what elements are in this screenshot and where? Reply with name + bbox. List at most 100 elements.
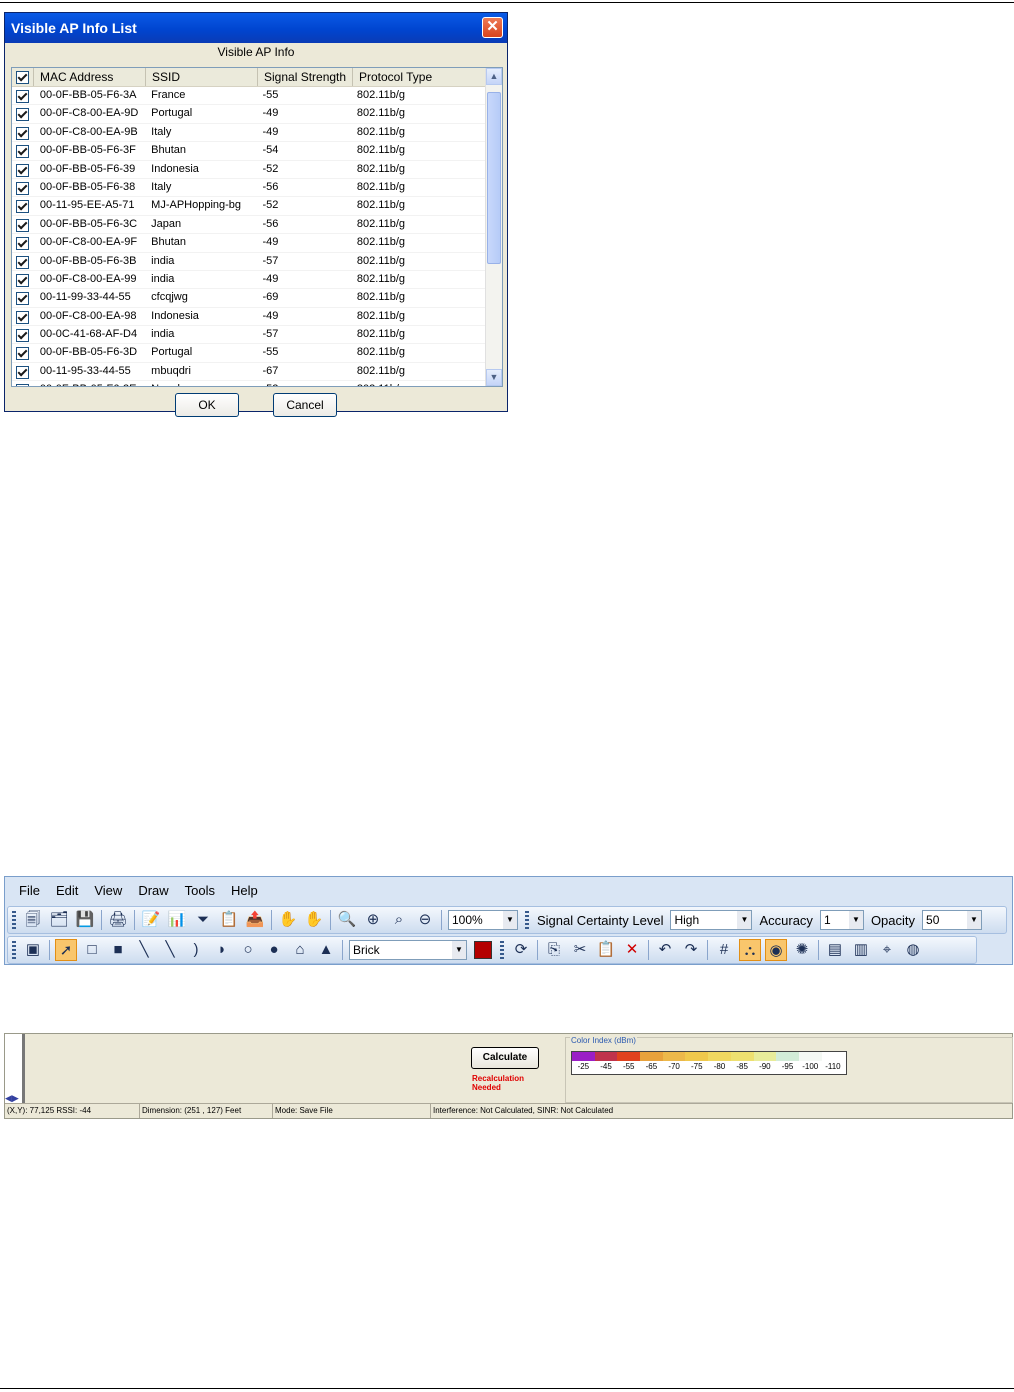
row-checkbox[interactable] <box>12 197 34 214</box>
row-checkbox[interactable] <box>12 105 34 122</box>
toolbar-grip[interactable] <box>12 911 16 929</box>
row-checkbox[interactable] <box>12 253 34 270</box>
select-arrow-icon[interactable]: ➚ <box>55 939 77 961</box>
opacity-select[interactable]: 50 ▼ <box>922 910 983 930</box>
toolbar-grip[interactable] <box>525 911 529 929</box>
heatmap-icon[interactable]: ◉ <box>765 939 787 961</box>
line-thin-icon[interactable]: ╲ <box>133 939 155 961</box>
device-icon[interactable]: 🖨 <box>107 909 129 931</box>
dialog-titlebar[interactable]: Visible AP Info List ✕ <box>5 13 507 43</box>
column-header-protocol[interactable]: Protocol Type <box>353 68 491 86</box>
chevron-down-icon[interactable]: ▼ <box>967 911 982 929</box>
scroll-down-icon[interactable]: ▼ <box>486 369 502 386</box>
table-row[interactable]: 00-0F-BB-05-F6-39 Indonesia -52 802.11b/g <box>12 161 488 179</box>
menu-view[interactable]: View <box>94 883 122 898</box>
table-row[interactable]: 00-0C-41-68-AF-D4 india -57 802.11b/g <box>12 326 488 345</box>
menu-file[interactable]: File <box>19 883 40 898</box>
row-checkbox[interactable] <box>12 344 34 361</box>
column-header-mac[interactable]: MAC Address <box>34 68 146 86</box>
calibrate-icon[interactable]: ▥ <box>850 939 872 961</box>
polygon-outline-icon[interactable]: ⌂ <box>289 939 311 961</box>
open-file-icon[interactable]: 🗐 <box>22 909 44 931</box>
ap-list-icon[interactable]: 📋 <box>218 909 240 931</box>
paste-icon[interactable]: 📋 <box>595 939 617 961</box>
circle-filled-icon[interactable]: ● <box>263 939 285 961</box>
rectangle-filled-icon[interactable]: ■ <box>107 939 129 961</box>
toolbar-grip[interactable] <box>12 941 16 959</box>
line-thick-icon[interactable]: ╲ <box>159 939 181 961</box>
signal-certainty-select[interactable]: High ▼ <box>670 910 753 930</box>
arc-outline-icon[interactable]: ) <box>185 939 207 961</box>
circle-outline-icon[interactable]: ○ <box>237 939 259 961</box>
redo-icon[interactable]: ↷ <box>680 939 702 961</box>
row-checkbox[interactable] <box>12 124 34 141</box>
properties-icon[interactable]: ▤ <box>824 939 846 961</box>
zoom-in-icon[interactable]: ⊕ <box>362 909 384 931</box>
material-color-swatch[interactable] <box>474 941 492 959</box>
vertical-scrollbar[interactable]: ▲ ▼ <box>485 68 502 386</box>
scroll-up-icon[interactable]: ▲ <box>486 68 502 85</box>
ok-button[interactable]: OK <box>175 393 239 417</box>
zoom-icon[interactable]: 🔍 <box>336 909 358 931</box>
table-row[interactable]: 00-0F-C8-00-EA-9F Bhutan -49 802.11b/g <box>12 234 488 253</box>
grid-icon[interactable]: # <box>713 939 735 961</box>
chevron-down-icon[interactable]: ▼ <box>848 911 863 929</box>
row-checkbox[interactable] <box>12 234 34 251</box>
cancel-button[interactable]: Cancel <box>273 393 337 417</box>
row-checkbox[interactable] <box>12 363 34 380</box>
arc-filled-icon[interactable]: ◗ <box>211 939 233 961</box>
table-row[interactable]: 00-0F-C8-00-EA-9B Italy -49 802.11b/g <box>12 124 488 143</box>
copy-icon[interactable]: ⎘ <box>543 939 565 961</box>
column-header-signal[interactable]: Signal Strength <box>258 68 353 86</box>
row-checkbox[interactable] <box>12 271 34 288</box>
bar-chart-icon[interactable]: 📊 <box>166 909 188 931</box>
report-icon[interactable]: 📝 <box>140 909 162 931</box>
select-all-checkbox[interactable] <box>12 68 34 86</box>
export-icon[interactable]: 📤 <box>244 909 266 931</box>
table-row[interactable]: 00-0F-BB-05-F6-3A France -55 802.11b/g <box>12 87 488 106</box>
scroll-thumb[interactable] <box>487 92 501 264</box>
table-row[interactable]: 00-0F-BB-05-F6-38 Italy -56 802.11b/g <box>12 179 488 198</box>
row-checkbox[interactable] <box>12 381 34 386</box>
save-icon[interactable]: 💾 <box>74 909 96 931</box>
cut-icon[interactable]: ✂ <box>569 939 591 961</box>
material-select[interactable]: Brick ▼ <box>349 940 467 960</box>
rectangle-outline-icon[interactable]: □ <box>81 939 103 961</box>
close-icon[interactable]: ✕ <box>482 17 503 38</box>
table-row[interactable]: 00-0F-C8-00-EA-99 india -49 802.11b/g <box>12 271 488 290</box>
polygon-filled-icon[interactable]: ▲ <box>315 939 337 961</box>
row-checkbox[interactable] <box>12 179 34 196</box>
filter-icon[interactable]: ⏷ <box>192 909 214 931</box>
calculate-button[interactable]: Calculate <box>471 1047 539 1069</box>
chevron-down-icon[interactable]: ▼ <box>737 911 752 929</box>
undo-icon[interactable]: ↶ <box>654 939 676 961</box>
table-row[interactable]: 00-11-95-33-44-55 mbuqdri -67 802.11b/g <box>12 363 488 382</box>
zoom-out-icon[interactable]: ⊖ <box>414 909 436 931</box>
pan-hand-icon[interactable]: ✋ <box>277 909 299 931</box>
globe-icon[interactable]: ◍ <box>902 939 924 961</box>
table-row[interactable]: 00-0F-BB-05-F6-3B india -57 802.11b/g <box>12 253 488 271</box>
delete-icon[interactable]: ✕ <box>621 939 643 961</box>
table-row[interactable]: 00-11-95-EE-A5-71 MJ-APHopping-bg -52 802.1… <box>12 197 488 216</box>
row-checkbox[interactable] <box>12 87 34 104</box>
chevron-down-icon[interactable]: ▼ <box>452 941 466 959</box>
zoom-fit-icon[interactable]: ⌕ <box>388 909 410 931</box>
floorplan-icon[interactable]: ▣ <box>22 939 44 961</box>
menu-draw[interactable]: Draw <box>138 883 168 898</box>
table-row[interactable]: 00-0F-BB-05-F6-3F Bhutan -54 802.11b/g <box>12 142 488 161</box>
open-project-icon[interactable]: 🗂 <box>48 909 70 931</box>
row-checkbox[interactable] <box>12 308 34 325</box>
row-checkbox[interactable] <box>12 216 34 233</box>
menu-edit[interactable]: Edit <box>56 883 78 898</box>
menu-help[interactable]: Help <box>231 883 258 898</box>
accuracy-select[interactable]: 1 ▼ <box>819 910 864 930</box>
table-row[interactable]: 00-11-99-33-44-55 cfcqjwg -69 802.11b/g <box>12 289 488 308</box>
coverage-icon[interactable]: ⛬ <box>739 939 761 961</box>
table-row[interactable]: 00-0F-C8-00-EA-98 Indonesia -49 802.11b/g <box>12 308 488 327</box>
row-checkbox[interactable] <box>12 161 34 178</box>
row-checkbox[interactable] <box>12 326 34 343</box>
row-checkbox[interactable] <box>12 142 34 159</box>
zoom-select[interactable]: 100% ▼ <box>448 910 518 930</box>
chevron-down-icon[interactable]: ▼ <box>503 911 517 929</box>
menu-tools[interactable]: Tools <box>185 883 215 898</box>
